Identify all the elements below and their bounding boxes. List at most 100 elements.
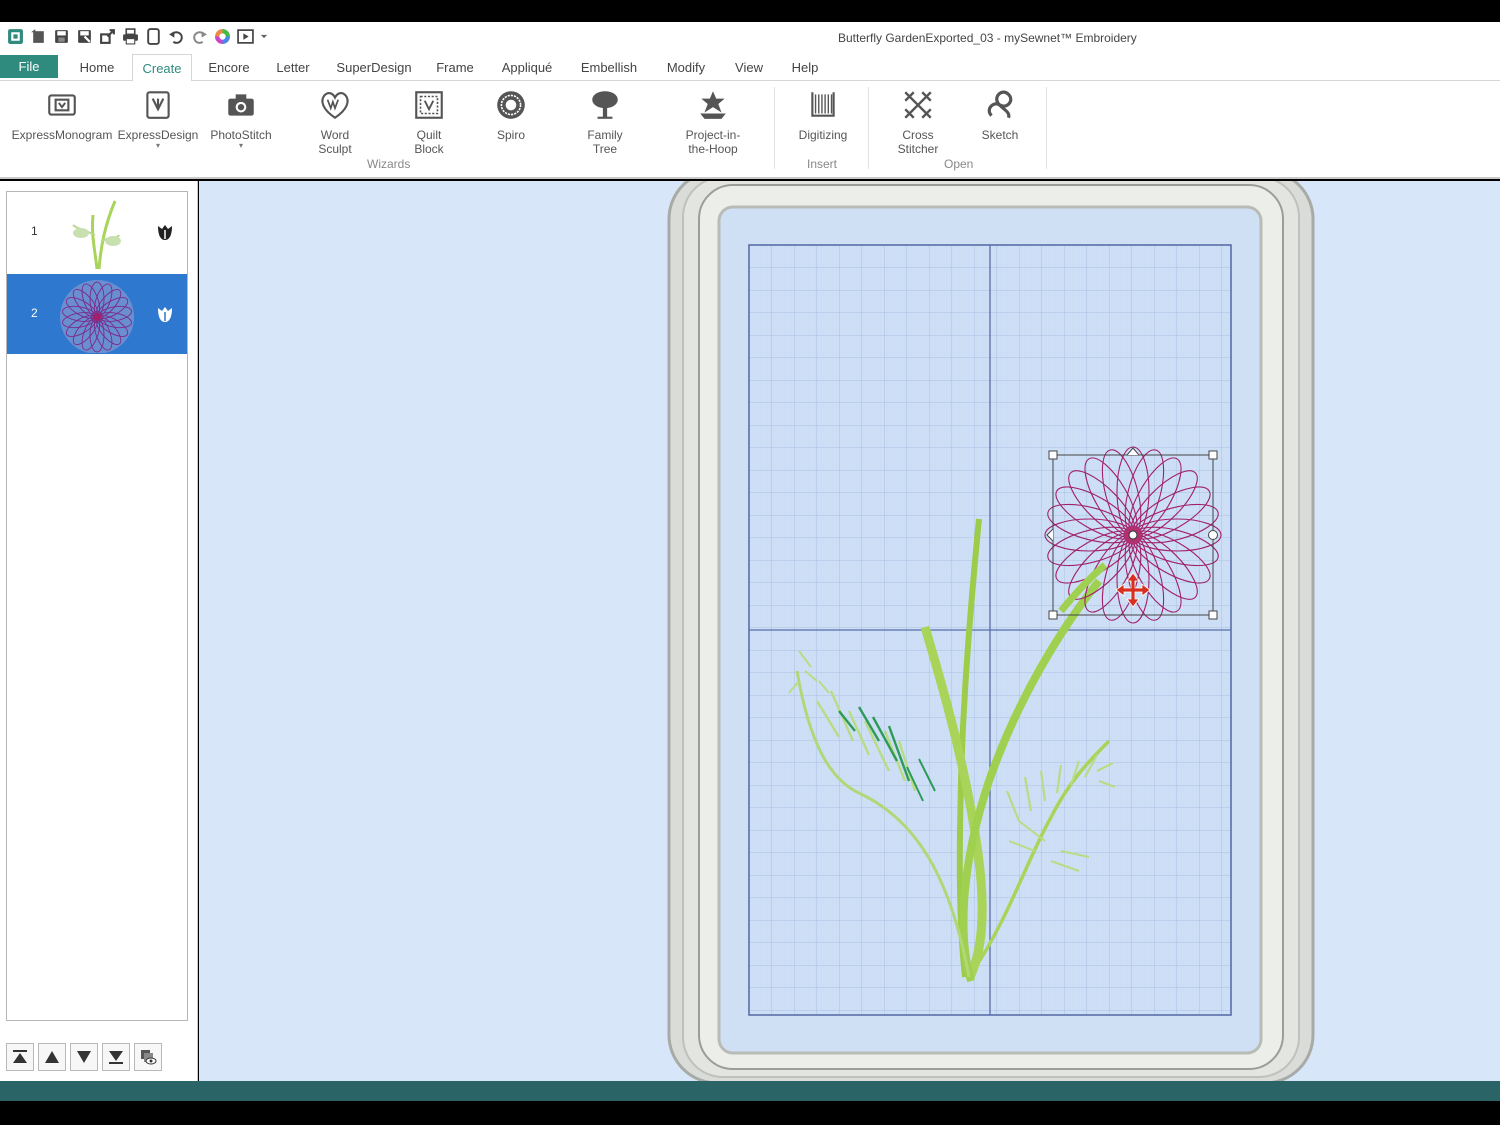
sketch-icon — [980, 85, 1020, 125]
undo-icon[interactable] — [167, 27, 186, 46]
quilt-block-button[interactable]: Quilt Block — [398, 85, 460, 156]
spiro-icon — [491, 85, 531, 125]
quilt-block-icon — [409, 85, 449, 125]
tab-create[interactable]: Create — [132, 54, 192, 82]
status-bar — [0, 1081, 1500, 1101]
photostitch-button[interactable]: PhotoStitch ▾ — [204, 85, 278, 150]
move-up-icon — [45, 1051, 59, 1063]
visibility-icon[interactable] — [155, 222, 175, 242]
express-monogram-button[interactable]: ExpressMonogram — [8, 85, 116, 142]
tab-modify[interactable]: Modify — [660, 54, 712, 81]
express-monogram-label: ExpressMonogram — [11, 128, 113, 142]
express-design-dropdown-icon[interactable]: ▾ — [156, 142, 160, 150]
move-to-bottom-button[interactable] — [102, 1043, 130, 1071]
group-separator — [868, 87, 869, 169]
design-list-item[interactable]: 2 — [7, 274, 187, 354]
move-down-icon — [77, 1051, 91, 1063]
design-panel: 1 2 — [0, 181, 198, 1081]
app-icon[interactable] — [6, 27, 25, 46]
top-letterbox — [0, 0, 1500, 22]
sketch-button[interactable]: Sketch — [972, 85, 1028, 142]
express-design-icon — [138, 85, 178, 125]
print-icon[interactable] — [121, 27, 140, 46]
resize-handle[interactable] — [1048, 450, 1058, 460]
ribbon-tab-bar: File Home Create Encore Letter SuperDesi… — [0, 54, 1500, 82]
move-up-button[interactable] — [38, 1043, 66, 1071]
hoop-icon[interactable] — [144, 27, 163, 46]
photostitch-label: PhotoStitch — [210, 128, 272, 142]
resize-handle[interactable] — [1208, 610, 1218, 620]
tab-file[interactable]: File — [0, 55, 58, 78]
title-bar: Butterfly GardenExported_03 - mySewnet™ … — [0, 22, 1500, 54]
bottom-letterbox — [0, 1101, 1500, 1125]
tab-embellish[interactable]: Embellish — [576, 54, 642, 81]
export-icon[interactable] — [98, 27, 117, 46]
photostitch-dropdown-icon[interactable]: ▾ — [239, 142, 243, 150]
color-wheel-icon[interactable] — [213, 27, 232, 46]
tab-superdesign[interactable]: SuperDesign — [334, 54, 414, 81]
project-hoop-icon — [693, 85, 733, 125]
tab-home[interactable]: Home — [74, 54, 120, 81]
design-order-toolbar — [6, 1043, 162, 1071]
design-number: 1 — [31, 224, 38, 238]
spiro-label: Spiro — [496, 128, 525, 142]
tab-frame[interactable]: Frame — [432, 54, 478, 81]
visibility-icon[interactable] — [155, 304, 175, 324]
group-label-wizards: Wizards — [367, 157, 411, 171]
cross-stitch-icon — [898, 85, 938, 125]
spiro-thumbnail — [60, 280, 134, 353]
window-title: Butterfly GardenExported_03 - mySewnet™ … — [838, 31, 1137, 45]
save-as-icon[interactable] — [75, 27, 94, 46]
family-tree-label: Family Tree — [587, 128, 623, 156]
customize-dropdown-icon[interactable] — [259, 27, 269, 46]
design-number: 2 — [31, 306, 38, 320]
stem-thumbnail — [72, 200, 121, 270]
show-hide-icon — [141, 1050, 157, 1065]
sewing-field — [748, 244, 1232, 1016]
word-sculpt-button[interactable]: Word Sculpt — [304, 85, 366, 156]
express-design-button[interactable]: ExpressDesign ▾ — [116, 85, 200, 150]
project-in-the-hoop-label: Project-in- the-Hoop — [685, 128, 741, 156]
group-separator — [774, 87, 775, 169]
project-in-the-hoop-button[interactable]: Project-in- the-Hoop — [672, 85, 754, 156]
camera-icon — [221, 85, 261, 125]
digitizing-label: Digitizing — [798, 128, 848, 142]
tab-applique[interactable]: Appliqué — [496, 54, 558, 81]
tab-help[interactable]: Help — [786, 54, 824, 81]
move-to-top-icon — [13, 1050, 27, 1063]
sketch-label: Sketch — [981, 128, 1019, 142]
move-down-button[interactable] — [70, 1043, 98, 1071]
tab-view[interactable]: View — [730, 54, 768, 81]
group-label-insert: Insert — [807, 157, 838, 171]
cross-stitcher-button[interactable]: Cross Stitcher — [888, 85, 948, 156]
tree-icon — [585, 85, 625, 125]
design-list: 1 2 — [6, 191, 188, 1021]
express-design-label: ExpressDesign — [117, 128, 199, 142]
new-icon[interactable] — [29, 27, 48, 46]
word-sculpt-label: Word Sculpt — [318, 128, 352, 156]
family-tree-button[interactable]: Family Tree — [574, 85, 636, 156]
group-separator — [1046, 87, 1047, 169]
digitizing-icon — [803, 85, 843, 125]
side-handle[interactable] — [1208, 530, 1218, 540]
design-list-item[interactable]: 1 — [7, 192, 187, 272]
move-to-bottom-icon — [109, 1051, 123, 1064]
workspace-canvas[interactable] — [199, 181, 1500, 1081]
stitchout-icon[interactable] — [236, 27, 255, 46]
redo-icon[interactable] — [190, 27, 209, 46]
word-sculpt-icon — [315, 85, 355, 125]
digitizing-button[interactable]: Digitizing — [790, 85, 856, 142]
move-to-top-button[interactable] — [6, 1043, 34, 1071]
design-workspace[interactable] — [199, 181, 1500, 1081]
express-monogram-icon — [42, 85, 82, 125]
tab-letter[interactable]: Letter — [272, 54, 314, 81]
save-icon[interactable] — [52, 27, 71, 46]
tab-encore[interactable]: Encore — [204, 54, 254, 81]
show-hide-button[interactable] — [134, 1043, 162, 1071]
quick-access-toolbar — [6, 27, 269, 46]
cross-stitcher-label: Cross Stitcher — [897, 128, 939, 156]
resize-handle[interactable] — [1048, 610, 1058, 620]
spiro-button[interactable]: Spiro — [486, 85, 536, 142]
group-label-open: Open — [944, 157, 974, 171]
resize-handle[interactable] — [1208, 450, 1218, 460]
